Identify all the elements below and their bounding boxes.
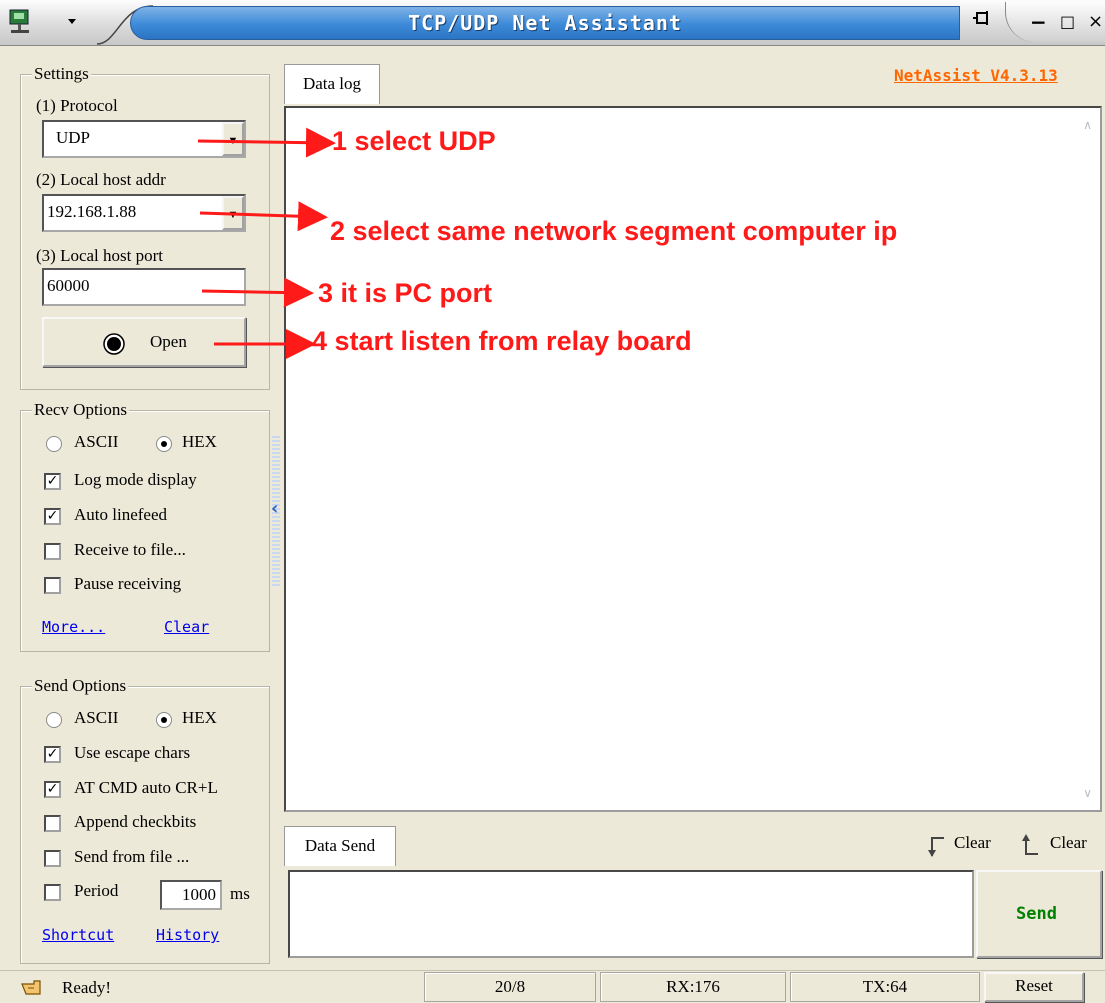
- log-mode-label: Log mode display: [74, 470, 197, 489]
- send-hex-label: HEX: [182, 708, 217, 727]
- settings-group-title: Settings: [32, 64, 91, 84]
- more-link[interactable]: More...: [42, 618, 105, 636]
- hand-pointer-icon: [21, 980, 41, 995]
- send-options-title: Send Options: [32, 676, 129, 696]
- data-log-area[interactable]: ∧ ∨: [284, 106, 1102, 812]
- period-field[interactable]: 1000: [160, 880, 222, 910]
- send-input[interactable]: [288, 870, 974, 958]
- recv-clear-link[interactable]: Clear: [164, 618, 209, 636]
- scroll-down-icon[interactable]: ∨: [1083, 786, 1092, 800]
- tab-data-send[interactable]: Data Send: [284, 826, 396, 866]
- send-file-label: Send from file ...: [74, 847, 190, 866]
- send-ascii-radio[interactable]: [46, 712, 62, 728]
- recv-hex-radio[interactable]: [156, 436, 172, 452]
- pin-button[interactable]: [968, 8, 996, 36]
- clear-send-icon[interactable]: [1016, 832, 1040, 858]
- receive-file-checkbox[interactable]: [44, 543, 61, 560]
- recv-options-title: Recv Options: [32, 400, 130, 420]
- protocol-value: UDP: [56, 128, 91, 147]
- collapse-arrow-icon[interactable]: ‹: [271, 498, 278, 519]
- open-button[interactable]: Open: [42, 317, 246, 367]
- annotation-4: 4 start listen from relay board: [312, 326, 692, 356]
- panel-splitter[interactable]: ‹: [271, 436, 280, 586]
- status-rx: RX:176: [600, 972, 786, 1002]
- host-addr-select[interactable]: 192.168.1.88 ▼: [42, 194, 246, 232]
- reset-button[interactable]: Reset: [984, 972, 1084, 1002]
- status-ready: Ready!: [62, 978, 112, 997]
- maximize-button[interactable]: □: [1060, 10, 1082, 34]
- append-checkbits-label: Append checkbits: [74, 812, 197, 831]
- port-label: (3) Local host port: [36, 246, 163, 265]
- period-unit: ms: [230, 884, 250, 903]
- auto-linefeed-checkbox[interactable]: ✓: [44, 508, 61, 525]
- at-cmd-checkbox[interactable]: ✓: [44, 781, 61, 798]
- annotation-1: 1 select UDP: [332, 126, 496, 156]
- chevron-down-icon[interactable]: ▼: [222, 196, 244, 230]
- tab-data-log[interactable]: Data log: [284, 64, 380, 104]
- chevron-down-icon: [68, 19, 76, 24]
- protocol-select[interactable]: UDP ▼: [42, 120, 246, 158]
- send-hex-radio[interactable]: [156, 712, 172, 728]
- pause-label: Pause receiving: [74, 574, 182, 593]
- port-value: 60000: [47, 276, 90, 295]
- status-tx: TX:64: [790, 972, 980, 1002]
- version-link[interactable]: NetAssist V4.3.13: [894, 66, 1058, 85]
- escape-label: Use escape chars: [74, 743, 191, 762]
- scroll-up-icon[interactable]: ∧: [1083, 118, 1092, 132]
- pause-checkbox[interactable]: [44, 577, 61, 594]
- auto-linefeed-label: Auto linefeed: [74, 505, 167, 524]
- annotation-3: 3 it is PC port: [318, 278, 493, 308]
- clear-send-button[interactable]: Clear: [1050, 833, 1087, 853]
- send-button-label: Send: [1016, 904, 1057, 924]
- recv-ascii-radio[interactable]: [46, 436, 62, 452]
- recv-ascii-label: ASCII: [74, 432, 119, 451]
- send-button[interactable]: Send: [976, 870, 1102, 958]
- minimize-button[interactable]: −: [1030, 10, 1052, 34]
- receive-file-label: Receive to file...: [74, 540, 186, 559]
- period-label: Period: [74, 881, 119, 900]
- chevron-down-icon[interactable]: ▼: [222, 122, 244, 156]
- port-field[interactable]: 60000: [42, 268, 246, 306]
- window-title: TCP/UDP Net Assistant: [408, 11, 682, 35]
- log-mode-checkbox[interactable]: ✓: [44, 473, 61, 490]
- close-button[interactable]: ×: [1088, 10, 1105, 34]
- period-checkbox[interactable]: [44, 884, 61, 901]
- send-ascii-label: ASCII: [74, 708, 119, 727]
- shortcut-link[interactable]: Shortcut: [42, 926, 114, 944]
- clear-log-icon[interactable]: [926, 832, 948, 858]
- record-icon: [103, 333, 125, 355]
- open-button-label: Open: [150, 332, 187, 351]
- pin-icon: [973, 11, 988, 25]
- network-app-icon: [9, 9, 76, 33]
- recv-hex-label: HEX: [182, 432, 217, 451]
- history-link[interactable]: History: [156, 926, 219, 944]
- append-checkbits-checkbox[interactable]: [44, 815, 61, 832]
- send-file-checkbox[interactable]: [44, 850, 61, 867]
- at-cmd-label: AT CMD auto CR+L: [74, 778, 218, 797]
- annotation-2: 2 select same network segment computer i…: [330, 216, 898, 246]
- host-addr-value: 192.168.1.88: [47, 202, 137, 221]
- period-value: 1000: [182, 885, 216, 904]
- protocol-label: (1) Protocol: [36, 96, 118, 115]
- clear-log-button[interactable]: Clear: [954, 833, 991, 853]
- escape-checkbox[interactable]: ✓: [44, 746, 61, 763]
- host-label: (2) Local host addr: [36, 170, 166, 189]
- status-counts: 20/8: [424, 972, 596, 1002]
- system-menu[interactable]: [6, 4, 96, 38]
